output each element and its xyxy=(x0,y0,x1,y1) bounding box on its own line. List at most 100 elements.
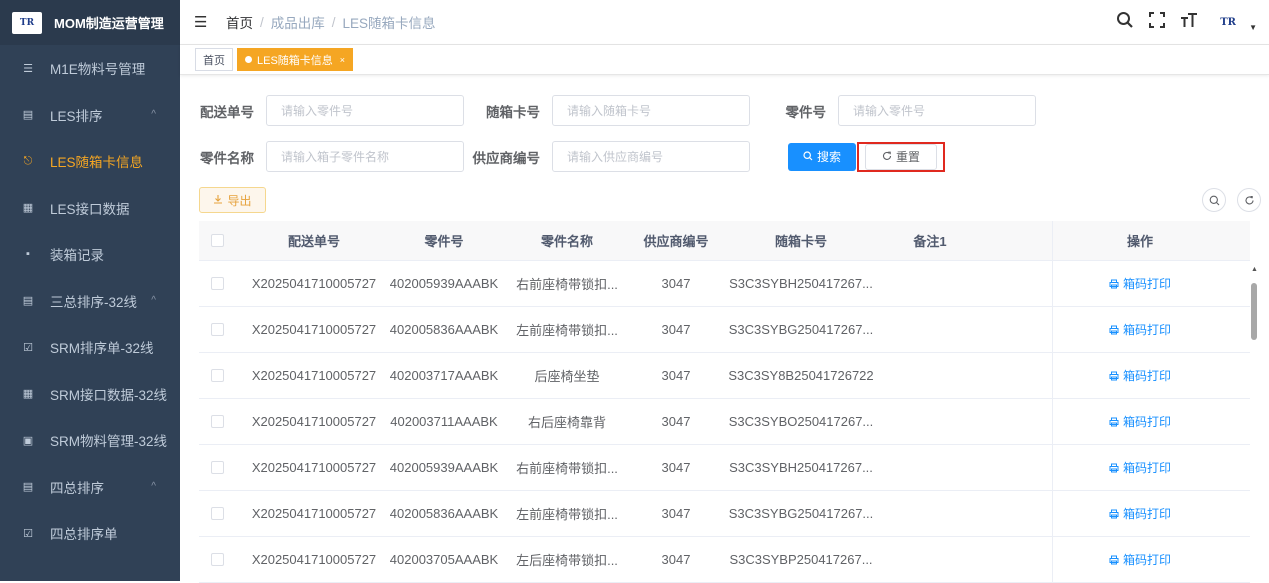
print-box-code-label: 箱码打印 xyxy=(1122,461,1171,475)
breadcrumb-separator: / xyxy=(260,14,264,30)
cell-part-no: 402005939AAABK xyxy=(389,460,499,475)
scroll-up-arrow-icon[interactable]: ▲ xyxy=(1251,266,1258,273)
breadcrumb: 首页 / 成品出库 / LES随箱卡信息 xyxy=(226,12,436,32)
sidebar-item[interactable]: ☑ SRM排序单-32线 xyxy=(0,324,180,371)
cell-card-no: S3C3SYBP250417267... xyxy=(729,552,873,567)
cell-part-no: 402003717AAABK xyxy=(389,368,499,383)
print-box-code-link[interactable]: 箱码打印 xyxy=(1109,321,1171,338)
close-icon[interactable]: × xyxy=(340,55,345,65)
cell-delivery-no: X2025041710005727 xyxy=(251,506,377,521)
search-form-row-1: 配送单号 请输入零件号 随箱卡号 请输入随箱卡号 零件号 请输入零件号 xyxy=(180,95,1036,126)
select-all-checkbox[interactable] xyxy=(191,234,243,247)
sidebar-item[interactable]: ▤ 四总排序 ^ xyxy=(0,464,180,511)
sidebar-item[interactable]: ▤ 三总排序-32线 ^ xyxy=(0,278,180,325)
card-no-input[interactable]: 请输入随箱卡号 xyxy=(552,95,750,126)
export-button[interactable]: 导出 xyxy=(199,187,266,213)
menu-icon: ▣ xyxy=(22,434,34,447)
menu-icon: ▤ xyxy=(22,109,34,122)
cell-operation: 箱码打印 xyxy=(1052,491,1227,536)
cell-supplier-no: 3047 xyxy=(661,414,691,429)
hamburger-icon[interactable]: ☰ xyxy=(194,13,208,31)
breadcrumb-level1: 成品出库 xyxy=(270,16,325,31)
cell-operation: 箱码打印 xyxy=(1052,353,1227,398)
sidebar-item[interactable]: ☑ 四总排序单 xyxy=(0,510,180,557)
font-size-icon[interactable] xyxy=(1179,11,1199,34)
cell-card-no: S3C3SY8B25041726722 xyxy=(728,368,874,383)
print-box-code-label: 箱码打印 xyxy=(1122,277,1171,291)
print-box-code-link[interactable]: 箱码打印 xyxy=(1109,551,1171,568)
row-checkbox[interactable] xyxy=(191,461,243,474)
fullscreen-icon[interactable] xyxy=(1147,11,1167,34)
cell-card-no: S3C3SYBH250417267... xyxy=(729,460,873,475)
chevron-up-icon: ^ xyxy=(151,109,156,121)
cell-supplier-no: 3047 xyxy=(661,322,691,337)
delivery-no-input[interactable]: 请输入零件号 xyxy=(266,95,464,126)
print-box-code-link[interactable]: 箱码打印 xyxy=(1109,459,1171,476)
sidebar-item-label: SRM接口数据-32线 xyxy=(50,387,168,403)
printer-icon xyxy=(1109,555,1119,564)
row-checkbox[interactable] xyxy=(191,507,243,520)
logo-bar: TR MOM制造运营管理 xyxy=(0,0,180,45)
print-box-code-link[interactable]: 箱码打印 xyxy=(1109,367,1171,384)
supplier-no-input[interactable]: 请输入供应商编号 xyxy=(552,141,750,172)
app-logo: TR xyxy=(12,11,42,34)
menu-icon: ▦ xyxy=(22,388,34,401)
reset-button-label: 重置 xyxy=(895,150,920,164)
refresh-button[interactable] xyxy=(1237,188,1261,212)
table-scrollbar-thumb[interactable] xyxy=(1251,283,1257,340)
active-dot-icon xyxy=(245,56,252,63)
table-row: X2025041710005727 402005836AAABK 左前座椅带锁扣..… xyxy=(199,307,1250,353)
topbar: ☰ 首页 / 成品出库 / LES随箱卡信息 TR ▼ xyxy=(180,0,1269,45)
print-box-code-link[interactable]: 箱码打印 xyxy=(1109,505,1171,522)
row-checkbox[interactable] xyxy=(191,323,243,336)
table-row: X2025041710005727 402003705AAABK 左后座椅带锁扣..… xyxy=(199,537,1250,583)
row-checkbox[interactable] xyxy=(191,277,243,290)
table-row: X2025041710005727 402005836AAABK 左前座椅带锁扣..… xyxy=(199,491,1250,537)
top-actions: TR ▼ xyxy=(1115,0,1257,45)
menu-icon: ⎋ xyxy=(23,154,33,167)
part-no-input[interactable]: 请输入零件号 xyxy=(838,95,1036,126)
cell-supplier-no: 3047 xyxy=(661,460,691,475)
search-icon[interactable] xyxy=(1115,11,1135,34)
sidebar: TR MOM制造运营管理 ☰ M1E物料号管理 ▤ LES排序 ^ ⎋ LES随箱卡信息 ▦ L… xyxy=(0,0,180,581)
cell-operation: 箱码打印 xyxy=(1052,537,1227,582)
row-checkbox[interactable] xyxy=(191,553,243,566)
part-name-input[interactable]: 请输入箱子零件名称 xyxy=(266,141,464,172)
sidebar-item[interactable]: ⎋ LES随箱卡信息 xyxy=(0,138,180,185)
app-title: MOM制造运营管理 xyxy=(54,16,164,31)
table-row: X2025041710005727 402003717AAABK 后座椅坐垫 3047… xyxy=(199,353,1250,399)
print-box-code-link[interactable]: 箱码打印 xyxy=(1109,275,1171,292)
tag-home-label: 首页 xyxy=(203,54,225,67)
sidebar-item[interactable]: ▤ LES排序 ^ xyxy=(0,92,180,139)
sidebar-item[interactable]: ▣ SRM物料管理-32线 xyxy=(0,417,180,464)
cell-part-no: 402005836AAABK xyxy=(389,506,499,521)
toggle-search-button[interactable] xyxy=(1202,188,1226,212)
print-box-code-label: 箱码打印 xyxy=(1122,369,1171,383)
sidebar-item[interactable]: ▦ SRM接口数据-32线 xyxy=(0,371,180,418)
cell-part-no: 402005836AAABK xyxy=(389,322,499,337)
cell-part-name: 左前座椅带锁扣... xyxy=(516,323,618,338)
avatar[interactable]: TR xyxy=(1211,13,1245,33)
col-part-no: 零件号 xyxy=(424,234,464,249)
tags-view: 首页 LES随箱卡信息 × xyxy=(180,45,1269,75)
tag-home[interactable]: 首页 xyxy=(195,48,233,71)
sidebar-item-label: LES接口数据 xyxy=(50,201,130,217)
data-table: 配送单号 零件号 零件名称 供应商编号 随箱卡号 备注1 操作 X2025041… xyxy=(199,221,1250,583)
print-box-code-label: 箱码打印 xyxy=(1122,507,1171,521)
sidebar-item-label: 四总排序 xyxy=(50,480,104,496)
print-box-code-label: 箱码打印 xyxy=(1122,553,1171,567)
col-card-no: 随箱卡号 xyxy=(774,234,827,249)
reset-button[interactable]: 重置 xyxy=(865,143,937,170)
sidebar-item[interactable]: ☰ M1E物料号管理 xyxy=(0,45,180,92)
search-button[interactable]: 搜索 xyxy=(788,142,856,171)
row-checkbox[interactable] xyxy=(191,369,243,382)
print-box-code-link[interactable]: 箱码打印 xyxy=(1109,413,1171,430)
sidebar-item[interactable]: ▦ LES接口数据 xyxy=(0,185,180,232)
menu-icon: ▪ xyxy=(26,248,30,261)
export-button-label: 导出 xyxy=(227,193,252,208)
sidebar-item[interactable]: ▪ 装箱记录 xyxy=(0,231,180,278)
chevron-down-icon[interactable]: ▼ xyxy=(1249,23,1257,32)
tag-les-card-info[interactable]: LES随箱卡信息 × xyxy=(237,48,354,71)
breadcrumb-home[interactable]: 首页 xyxy=(226,12,253,32)
row-checkbox[interactable] xyxy=(191,415,243,428)
